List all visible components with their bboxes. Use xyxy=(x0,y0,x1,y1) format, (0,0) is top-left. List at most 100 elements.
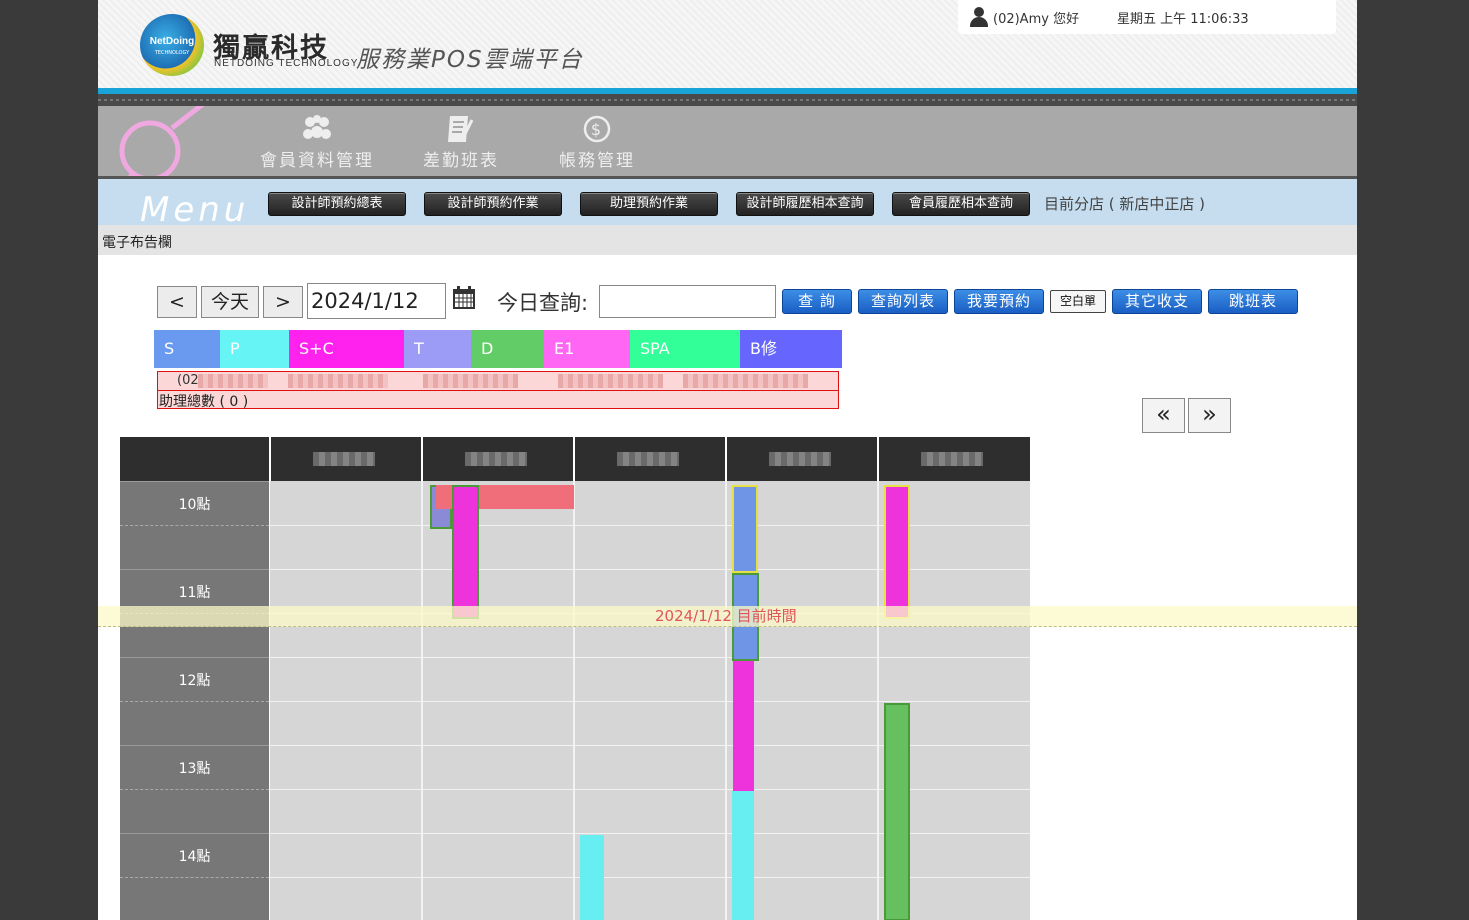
assistant-count: 助理總數 ( 0 ) xyxy=(159,394,249,410)
designer-summary: (02 助理總數 ( 0 ) xyxy=(157,371,839,410)
row-divider xyxy=(270,657,1030,658)
page: NetDoing TECHNOLOGY 獨贏科技 NETDOING TECHNO… xyxy=(98,0,1357,920)
schedule-grid: 10點 11點 12點 13點 14點 xyxy=(120,437,1030,920)
appointment-block[interactable] xyxy=(732,485,758,573)
platform-slogan: 服務業POS雲端平台 xyxy=(356,47,584,73)
half-hour-divider xyxy=(120,525,269,526)
row-divider xyxy=(270,569,1030,570)
legend-p: P xyxy=(220,330,289,368)
appointment-block[interactable] xyxy=(732,791,754,920)
blank-form-button[interactable]: 空白單 xyxy=(1050,290,1106,313)
legend-e1: E1 xyxy=(544,330,630,368)
legend-s-c: S+C xyxy=(289,330,404,368)
menu-title: Menu xyxy=(140,190,250,230)
assistant-booking-button[interactable]: 助理預約作業 xyxy=(580,192,718,216)
user-greeting: (02)Amy 您好 xyxy=(993,12,1080,27)
query-label: 今日查詢: xyxy=(497,291,589,315)
member-album-query-button[interactable]: 會員履歷相本查詢 xyxy=(892,192,1030,216)
row-divider xyxy=(270,833,1030,834)
user-icon xyxy=(970,7,988,27)
time-slot: 12點 xyxy=(120,657,269,746)
row-divider xyxy=(270,789,1030,790)
half-hour-divider xyxy=(120,877,269,878)
designer-summary-prefix: (02 xyxy=(177,373,199,388)
query-input[interactable] xyxy=(599,285,776,318)
clock: 星期五 上午 11:06:33 xyxy=(1117,12,1249,27)
next-page-button[interactable]: » xyxy=(1188,398,1231,433)
hour-label: 10點 xyxy=(178,497,211,513)
next-day-button[interactable]: > xyxy=(263,286,303,318)
designer-column-header[interactable] xyxy=(575,437,725,481)
logo-text: NetDoing xyxy=(149,36,195,47)
nav-members[interactable]: 會員資料管理 xyxy=(260,114,374,171)
legend-d: D xyxy=(471,330,544,368)
time-slot: 13點 xyxy=(120,745,269,834)
redacted-text xyxy=(288,374,388,388)
designer-column-header[interactable] xyxy=(271,437,421,481)
designer-booking-overview-button[interactable]: 設計師預約總表 xyxy=(268,192,406,216)
time-column-header xyxy=(120,437,269,481)
logo: NetDoing TECHNOLOGY xyxy=(140,14,204,76)
designer-column-header[interactable] xyxy=(423,437,573,481)
appointment-block[interactable] xyxy=(452,485,479,619)
designer-booking-button[interactable]: 設計師預約作業 xyxy=(424,192,562,216)
svg-text:$: $ xyxy=(591,120,603,139)
appointment-block[interactable] xyxy=(733,661,754,791)
redacted-text xyxy=(423,374,518,388)
redacted-text xyxy=(683,374,808,388)
nav-accounting[interactable]: $ 帳務管理 xyxy=(559,114,635,171)
header-divider xyxy=(98,94,1357,106)
legend-s: S xyxy=(154,330,220,368)
bulletin-bar: 電子布告欄 xyxy=(98,225,1357,255)
nav-accounting-label: 帳務管理 xyxy=(559,151,635,171)
members-icon xyxy=(303,115,331,139)
logo-sub: TECHNOLOGY xyxy=(154,50,190,56)
schedule-cells[interactable] xyxy=(270,481,1030,920)
redacted-name xyxy=(617,452,679,466)
appointment-block[interactable] xyxy=(884,703,910,920)
bulletin-label[interactable]: 電子布告欄 xyxy=(102,232,172,252)
legend-b-repair: B修 xyxy=(740,330,842,368)
today-button[interactable]: 今天 xyxy=(201,286,259,318)
make-booking-button[interactable]: 我要預約 xyxy=(954,289,1044,314)
row-divider xyxy=(270,877,1030,878)
designer-album-query-button[interactable]: 設計師履歷相本查詢 xyxy=(736,192,874,216)
current-branch: 目前分店 ( 新店中正店 ) xyxy=(1044,195,1206,213)
query-list-button[interactable]: 查詢列表 xyxy=(858,289,948,314)
prev-day-button[interactable]: < xyxy=(157,286,197,318)
search-button[interactable]: 查 詢 xyxy=(782,289,852,314)
row-divider xyxy=(270,701,1030,702)
header: NetDoing TECHNOLOGY 獨贏科技 NETDOING TECHNO… xyxy=(98,0,1357,88)
dollar-icon: $ xyxy=(583,115,611,143)
row-divider xyxy=(270,745,1030,746)
brand-english: NETDOING TECHNOLOGY xyxy=(214,58,359,69)
prev-page-button[interactable]: « xyxy=(1142,398,1185,433)
schedule-icon xyxy=(448,116,474,142)
nav-attendance[interactable]: 差勤班表 xyxy=(423,114,499,171)
redacted-text xyxy=(198,374,268,388)
appointment-block[interactable] xyxy=(884,485,910,619)
time-column: 10點 11點 12點 13點 14點 xyxy=(120,481,269,920)
redacted-name xyxy=(769,452,831,466)
legend-spa: SPA xyxy=(630,330,740,368)
nav-attendance-label: 差勤班表 xyxy=(423,151,499,171)
hour-label: 12點 xyxy=(178,673,211,689)
date-input[interactable]: 2024/1/12 xyxy=(307,283,446,319)
other-income-expense-button[interactable]: 其它收支 xyxy=(1112,289,1202,314)
shift-schedule-button[interactable]: 跳班表 xyxy=(1208,289,1298,314)
redacted-text xyxy=(558,374,663,388)
user-info: (02)Amy 您好 星期五 上午 11:06:33 xyxy=(958,0,1336,34)
designer-column-header[interactable] xyxy=(879,437,1030,481)
hour-label: 14點 xyxy=(178,849,211,865)
appointment-block[interactable] xyxy=(580,835,604,920)
designer-summary-row: (02 xyxy=(158,372,838,391)
redacted-name xyxy=(465,452,527,466)
half-hour-divider xyxy=(120,789,269,790)
calendar-icon[interactable] xyxy=(452,286,476,310)
row-divider xyxy=(270,525,1030,526)
time-slot: 10點 xyxy=(120,481,269,570)
redacted-name xyxy=(313,452,375,466)
legend-t: T xyxy=(404,330,471,368)
designer-column-header[interactable] xyxy=(727,437,877,481)
hour-label: 13點 xyxy=(178,761,211,777)
